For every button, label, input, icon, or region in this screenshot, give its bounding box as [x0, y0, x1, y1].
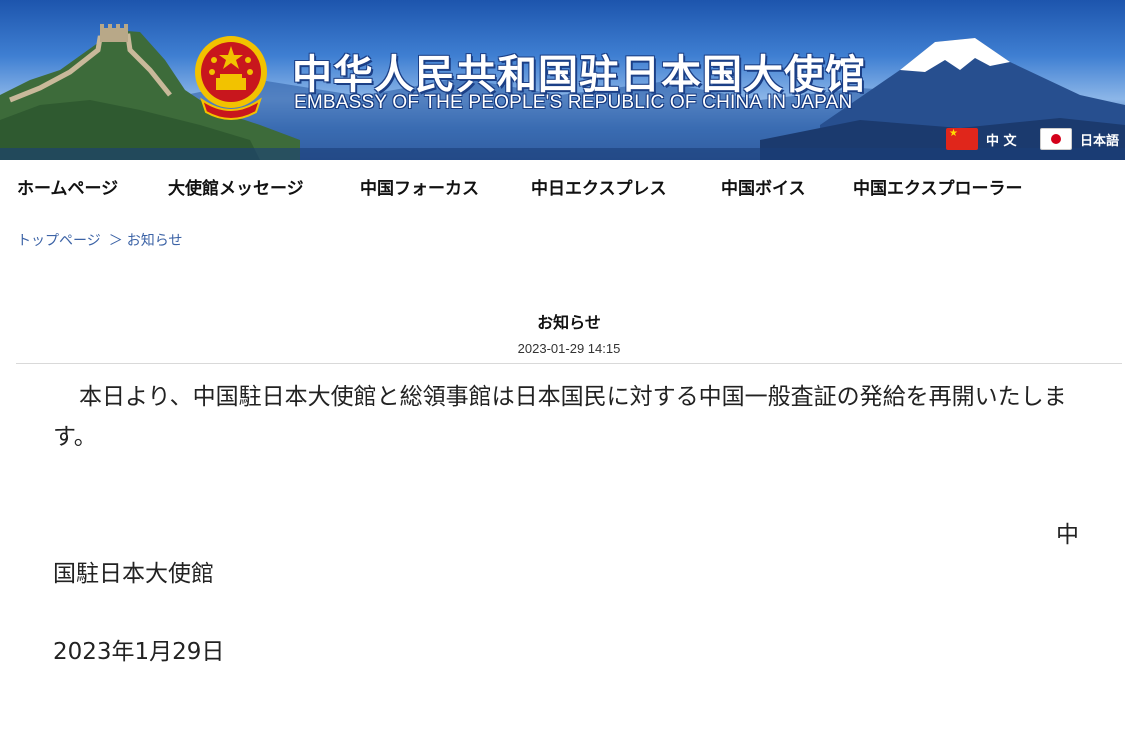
nav-item-china-japan-express[interactable]: 中日エクスプレス: [531, 174, 667, 199]
language-chinese-label: 中 文: [986, 133, 1017, 149]
japan-flag-icon: [1040, 128, 1072, 150]
article-body: 本日より、中国駐日本大使館と総領事館は日本国民に対する中国一般査証の発給を再開い…: [53, 384, 1067, 450]
signature-line-1: 中: [1056, 522, 1079, 548]
site-title-english: EMBASSY OF THE PEOPLE'S REPUBLIC OF CHIN…: [294, 92, 853, 113]
nav-item-home[interactable]: ホームページ: [17, 174, 118, 199]
article-divider: [16, 363, 1122, 364]
breadcrumb: トップページ ＞お知らせ: [17, 230, 182, 250]
breadcrumb-separator: ＞: [108, 233, 123, 249]
nav-item-china-focus[interactable]: 中国フォーカス: [360, 174, 479, 199]
nav-item-china-voice[interactable]: 中国ボイス: [721, 174, 806, 199]
national-emblem-icon: [195, 36, 267, 120]
site-banner: 中华人民共和国驻日本国大使馆 EMBASSY OF THE PEOPLE'S R…: [0, 0, 1125, 160]
main-nav: ホームページ 大使館メッセージ 中国フォーカス 中日エクスプレス 中国ボイス 中…: [0, 160, 1125, 210]
language-japanese-link[interactable]: 日本語: [1040, 128, 1119, 150]
breadcrumb-current[interactable]: お知らせ: [127, 233, 183, 249]
article-date: 2023-01-29 14:15: [517, 341, 621, 356]
signature-line-2: 国駐日本大使館: [53, 561, 214, 587]
signature-date: 2023年1月29日: [53, 639, 225, 665]
nav-item-embassy-message[interactable]: 大使館メッセージ: [168, 174, 304, 199]
breadcrumb-home-link[interactable]: トップページ: [17, 233, 101, 249]
language-chinese-link[interactable]: 中 文: [946, 128, 1017, 150]
article-title: お知らせ: [537, 313, 601, 332]
language-japanese-label: 日本語: [1080, 133, 1120, 149]
nav-item-china-explorer[interactable]: 中国エクスプローラー: [853, 174, 1023, 199]
china-flag-icon: [946, 128, 978, 150]
